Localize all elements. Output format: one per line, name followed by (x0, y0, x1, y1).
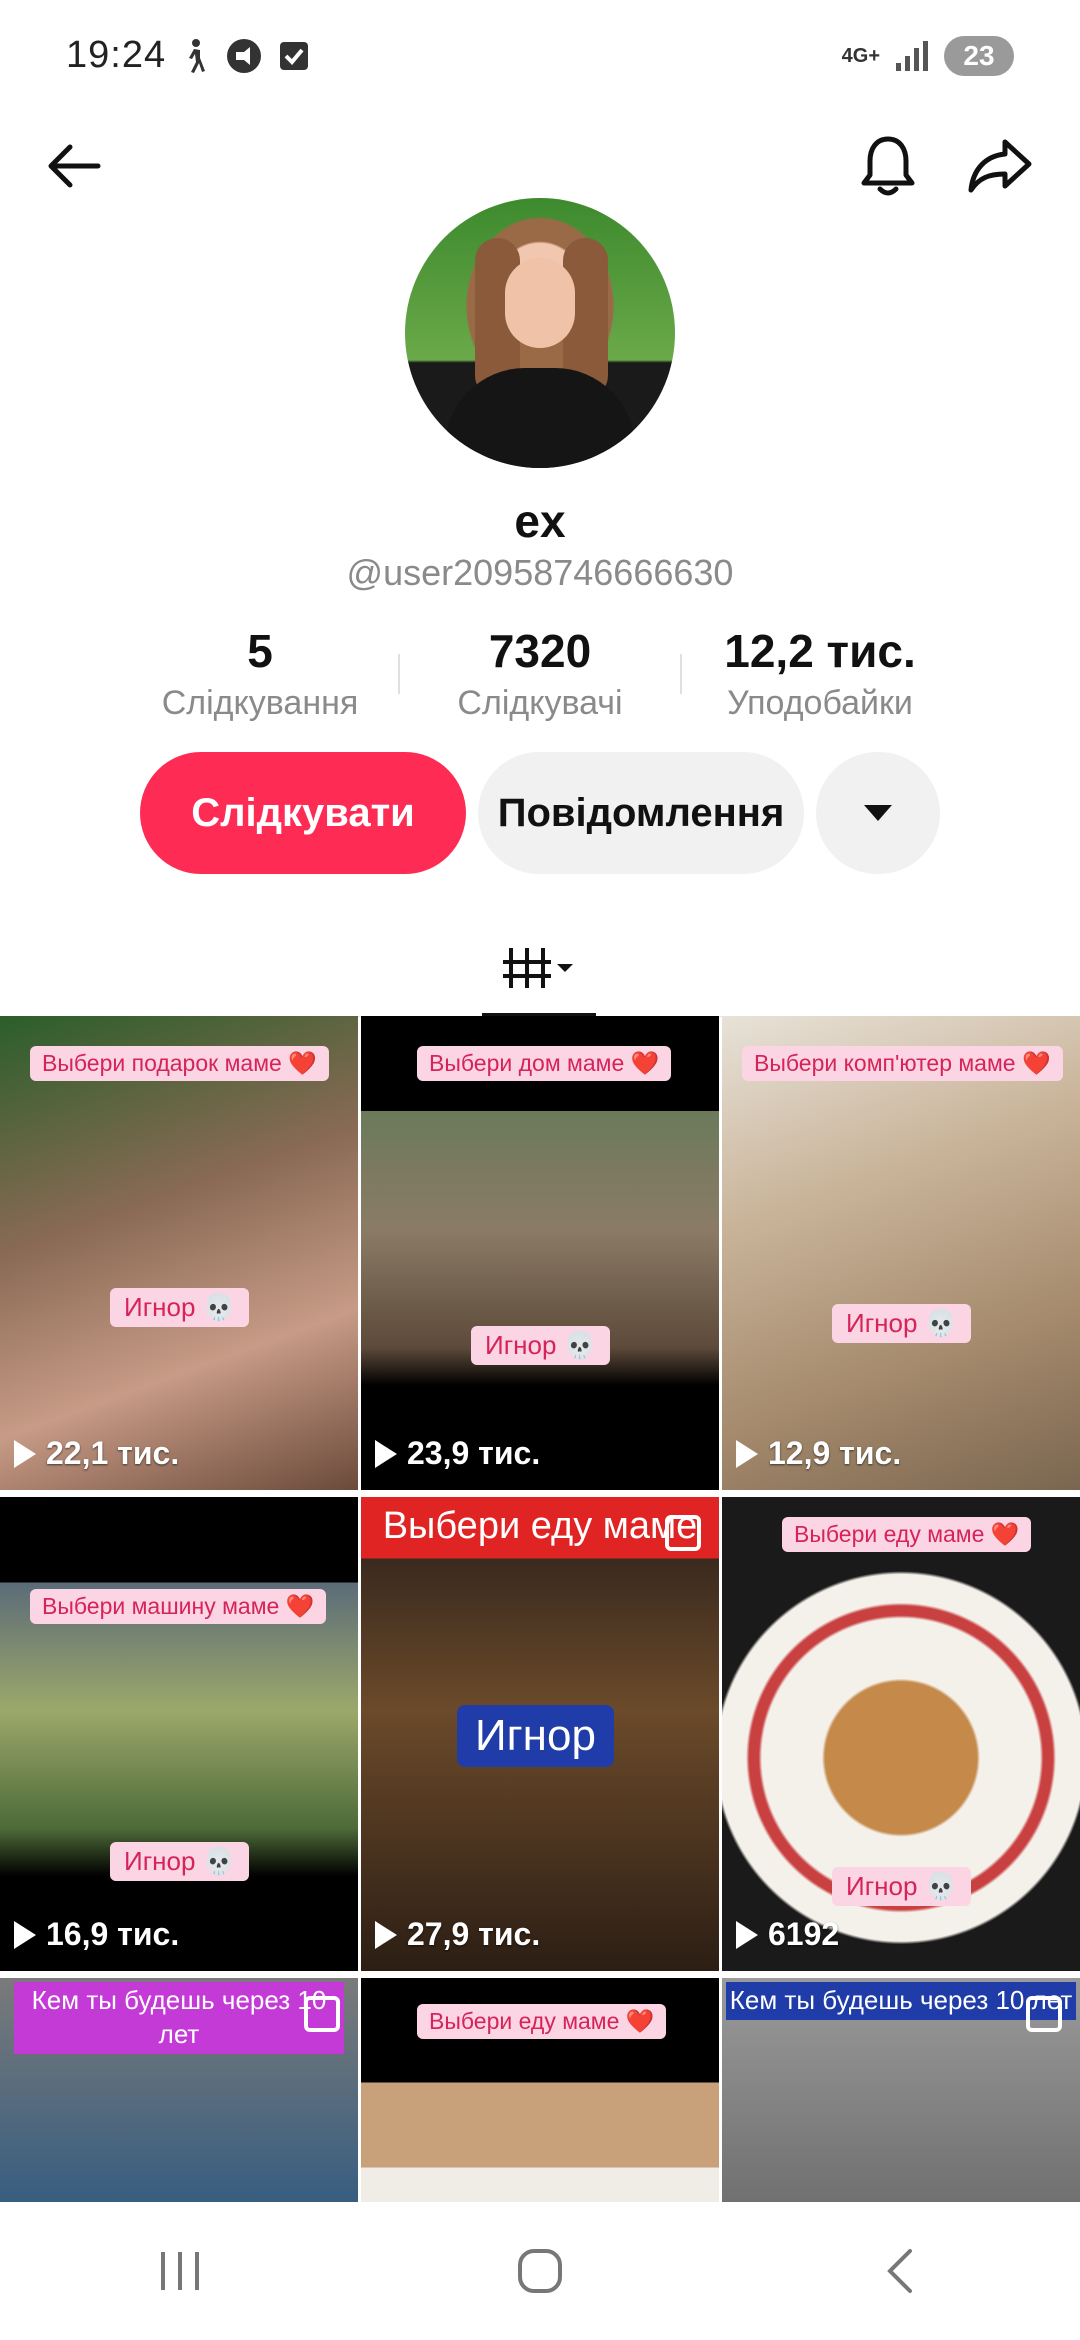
play-icon (14, 1439, 36, 1468)
view-count: 27,9 тис. (375, 1916, 540, 1953)
video-overlay-text: Игнор 💀 (832, 1867, 972, 1906)
home-button[interactable] (480, 2221, 600, 2321)
tab-videos[interactable] (482, 920, 596, 1016)
video-overlay-text: Игнор (457, 1705, 614, 1767)
play-icon (14, 1920, 36, 1949)
profile-stats: 5 Слідкування 7320 Слідкувачі 12,2 тис. … (0, 624, 1080, 734)
display-name: ex (514, 495, 566, 547)
video-caption: Выбери еду маме ❤️ (417, 2004, 667, 2039)
multi-photo-icon (1026, 1996, 1062, 2032)
stats-divider (680, 654, 682, 694)
multi-photo-icon (665, 1515, 701, 1551)
view-count: 6192 (736, 1916, 839, 1953)
content-tab-bar (0, 920, 1080, 1018)
recent-apps-button[interactable] (120, 2221, 240, 2321)
profile-header-bar (0, 120, 1080, 210)
video-tile[interactable]: Выбери дом маме ❤️ Игнор 💀 23,9 тис. (361, 1016, 719, 1490)
back-button[interactable] (32, 124, 116, 208)
stat-label: Слідкувачі (457, 684, 623, 722)
stats-divider (398, 654, 400, 694)
multi-photo-icon (304, 1996, 340, 2032)
play-icon (375, 1439, 397, 1468)
status-bar: 19:24 4G+ 23 (0, 0, 1080, 110)
video-tile[interactable]: Кем ты будешь через 10 лет (722, 1978, 1080, 2202)
system-back-button[interactable] (840, 2221, 960, 2321)
video-overlay-text: Игнор 💀 (832, 1304, 972, 1343)
video-caption: Кем ты будешь через 10 лет (14, 1982, 344, 2054)
video-caption: Выбери еду маме ❤️ (782, 1517, 1032, 1552)
view-count: 23,9 тис. (375, 1435, 540, 1472)
stat-following[interactable]: 5 Слідкування (140, 624, 380, 723)
status-notification-icons (180, 38, 310, 74)
follow-button[interactable]: Слідкувати (140, 752, 466, 874)
stat-value: 7320 (488, 625, 592, 677)
bell-icon (861, 136, 915, 196)
video-grid-icon (503, 948, 573, 988)
caret-down-icon (864, 805, 892, 821)
recent-apps-icon (161, 2252, 199, 2290)
stat-likes[interactable]: 12,2 тис. Уподобайки (700, 624, 940, 723)
video-tile[interactable]: Выбери еду маме Игнор 27,9 тис. (361, 1497, 719, 1971)
status-time: 19:24 (66, 34, 167, 76)
video-tile[interactable]: Выбери еду маме ❤️ Игнор 💀 6192 (722, 1497, 1080, 1971)
more-options-button[interactable] (816, 752, 940, 874)
video-tile[interactable]: Выбери комп'ютер маме ❤️ Игнор 💀 12,9 ти… (722, 1016, 1080, 1490)
video-tile[interactable]: Выбери машину маме ❤️ Игнор 💀 16,9 тис. (0, 1497, 358, 1971)
stat-value: 12,2 тис. (724, 625, 916, 677)
video-overlay-text: Игнор 💀 (110, 1842, 250, 1881)
view-count: 16,9 тис. (14, 1916, 179, 1953)
stat-label: Слідкування (161, 684, 359, 722)
play-icon (375, 1920, 397, 1949)
video-tile[interactable]: Выбери подарок маме ❤️ Игнор 💀 22,1 тис. (0, 1016, 358, 1490)
checkbox-icon (280, 42, 308, 70)
media-icon (227, 39, 261, 73)
share-button[interactable] (958, 124, 1042, 208)
video-grid: Выбери подарок маме ❤️ Игнор 💀 22,1 тис.… (0, 1016, 1080, 2202)
walking-person-icon (189, 39, 205, 73)
play-icon (736, 1920, 758, 1949)
notifications-button[interactable] (846, 124, 930, 208)
video-caption: Выбери подарок маме ❤️ (30, 1046, 329, 1081)
username-handle: @user20958746666630 (346, 552, 734, 593)
video-caption: Выбери комп'ютер маме ❤️ (742, 1046, 1063, 1081)
battery-indicator: 23 (944, 36, 1014, 76)
profile-avatar[interactable] (405, 198, 675, 468)
video-caption: Выбери машину маме ❤️ (30, 1589, 327, 1624)
network-type: 4G+ (841, 44, 880, 67)
view-count: 12,9 тис. (736, 1435, 901, 1472)
video-tile[interactable]: Кем ты будешь через 10 лет (0, 1978, 358, 2202)
video-caption: Выбери дом маме ❤️ (417, 1046, 672, 1081)
video-overlay-text: Игнор 💀 (110, 1288, 250, 1327)
home-icon (518, 2249, 562, 2293)
stat-label: Уподобайки (727, 684, 913, 722)
message-button[interactable]: Повідомлення (478, 752, 804, 874)
share-arrow-icon (968, 139, 1032, 193)
video-caption: Кем ты будешь через 10 лет (726, 1982, 1076, 2020)
stat-value: 5 (247, 625, 273, 677)
arrow-left-icon (48, 144, 101, 188)
system-navigation-bar (0, 2202, 1080, 2340)
status-system-icons: 4G+ 23 (842, 36, 1014, 76)
stat-followers[interactable]: 7320 Слідкувачі (420, 624, 660, 723)
chevron-left-icon (887, 2249, 912, 2293)
signal-icon (896, 41, 928, 71)
play-icon (736, 1439, 758, 1468)
video-tile[interactable]: Выбери еду маме ❤️ (361, 1978, 719, 2202)
view-count: 22,1 тис. (14, 1435, 179, 1472)
video-overlay-text: Игнор 💀 (471, 1326, 611, 1365)
